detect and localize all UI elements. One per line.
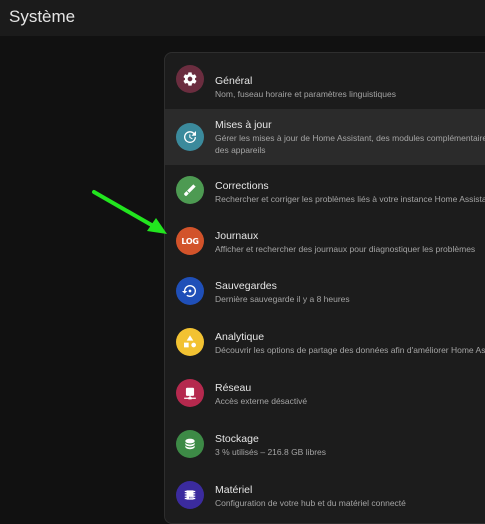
annotation-arrow-icon: [92, 190, 167, 234]
